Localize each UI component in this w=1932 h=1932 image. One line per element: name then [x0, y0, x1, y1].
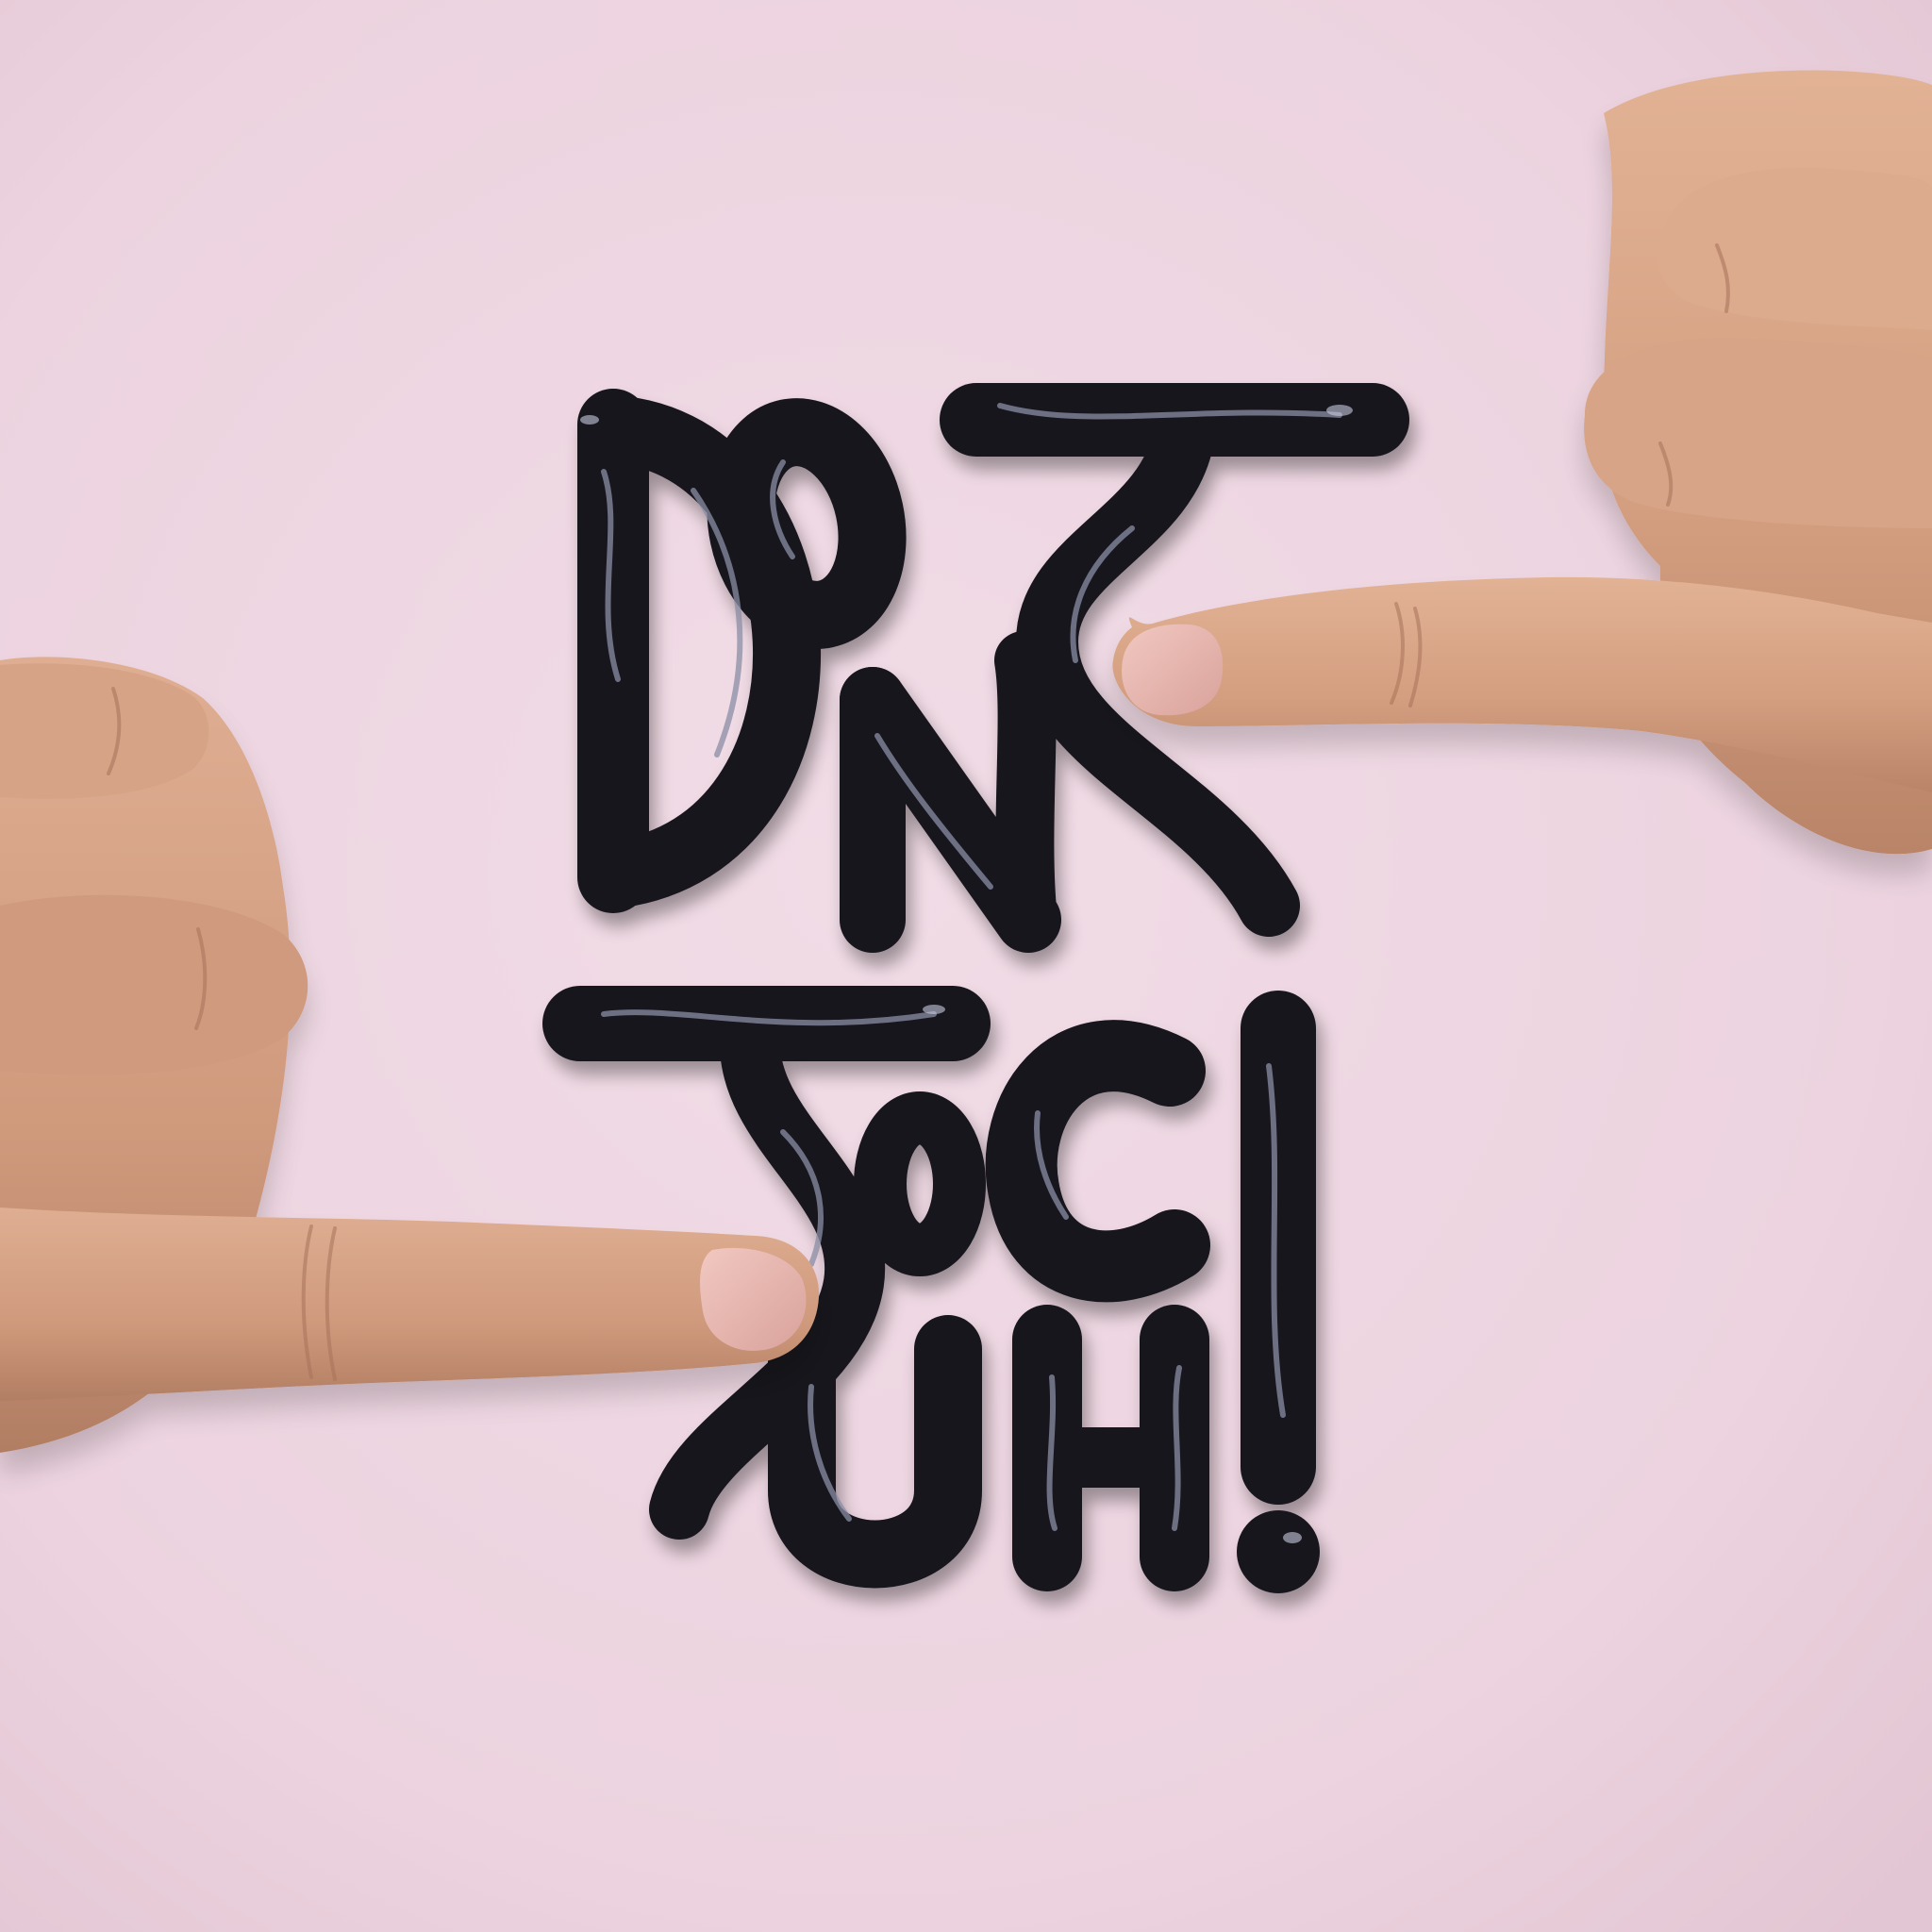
- artwork-illustration: [0, 0, 1932, 1932]
- artwork-canvas: [0, 0, 1932, 1932]
- right-curled-finger-2: [1584, 338, 1932, 528]
- right-fingernail: [1122, 624, 1224, 716]
